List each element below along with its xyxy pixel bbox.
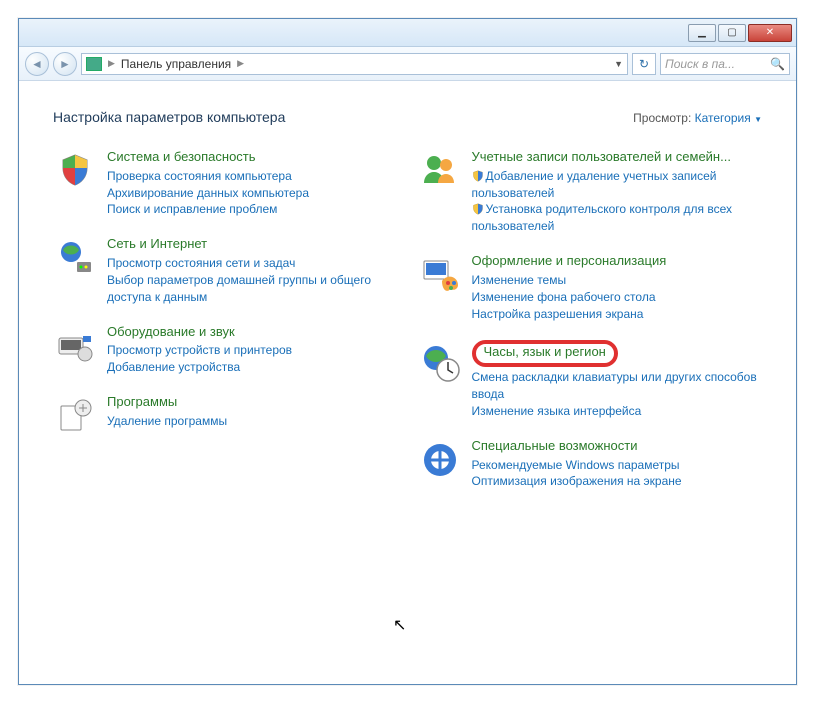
close-button[interactable]: ✕ [748, 24, 792, 42]
category-links: Изменение темыИзменение фона рабочего ст… [472, 272, 763, 322]
category-links: Удаление программы [107, 413, 398, 430]
category-body: Сеть и Интернет Просмотр состояния сети и… [107, 236, 398, 305]
category-link[interactable]: Изменение темы [472, 272, 763, 289]
category-link[interactable]: Удаление программы [107, 413, 398, 430]
highlight-ring: Часы, язык и регион [472, 340, 618, 367]
category-body: Система и безопасность Проверка состояния… [107, 149, 398, 218]
programs-icon [53, 394, 97, 438]
category-body: Специальные возможности Рекомендуемые Win… [472, 438, 763, 490]
minimize-button[interactable]: ▁ [688, 24, 716, 42]
category-links: Проверка состояния компьютераАрхивирован… [107, 168, 398, 218]
category-link[interactable]: Установка родительского контроля для все… [472, 201, 763, 235]
address-dropdown-icon[interactable]: ▼ [614, 59, 623, 69]
category-title[interactable]: Оборудование и звук [107, 324, 235, 339]
category-body: Оборудование и звук Просмотр устройств и … [107, 324, 398, 376]
search-placeholder: Поиск в па... [665, 57, 735, 71]
category-link[interactable]: Просмотр состояния сети и задач [107, 255, 398, 272]
category-links: Просмотр состояния сети и задачВыбор пар… [107, 255, 398, 305]
navbar: ◄ ► ▶ Панель управления ▶ ▼ ↻ Поиск в па… [19, 47, 796, 81]
category-columns: Система и безопасность Проверка состояния… [53, 149, 762, 490]
category-clock: Часы, язык и регион Смена раскладки клави… [418, 340, 763, 419]
refresh-button[interactable]: ↻ [632, 53, 656, 75]
category-link[interactable]: Поиск и исправление проблем [107, 201, 398, 218]
mouse-cursor-icon: ↖ [393, 615, 406, 635]
category-link[interactable]: Добавление и удаление учетных записей по… [472, 168, 763, 202]
forward-button[interactable]: ► [53, 52, 77, 76]
control-panel-window: ▁ ▢ ✕ ◄ ► ▶ Панель управления ▶ ▼ ↻ Поис… [18, 18, 797, 685]
clock-icon [418, 340, 462, 384]
address-bar[interactable]: ▶ Панель управления ▶ ▼ [81, 53, 628, 75]
category-link[interactable]: Архивирование данных компьютера [107, 185, 398, 202]
back-button[interactable]: ◄ [25, 52, 49, 76]
category-body: Учетные записи пользователей и семейн...… [472, 149, 763, 235]
search-icon[interactable]: 🔍 [770, 57, 785, 71]
view-by-label: Просмотр: [633, 111, 691, 125]
category-title[interactable]: Оформление и персонализация [472, 253, 667, 268]
right-column: Учетные записи пользователей и семейн...… [418, 149, 763, 490]
maximize-button[interactable]: ▢ [718, 24, 746, 42]
control-panel-icon [86, 57, 102, 71]
category-appearance: Оформление и персонализация Изменение тем… [418, 253, 763, 322]
breadcrumb-sep-icon: ▶ [108, 58, 115, 69]
category-link[interactable]: Рекомендуемые Windows параметры [472, 457, 763, 474]
content-area: Настройка параметров компьютера Просмотр… [19, 81, 796, 518]
category-link[interactable]: Проверка состояния компьютера [107, 168, 398, 185]
search-input[interactable]: Поиск в па... 🔍 [660, 53, 790, 75]
category-link[interactable]: Настройка разрешения экрана [472, 306, 763, 323]
access-icon [418, 438, 462, 482]
category-title[interactable]: Учетные записи пользователей и семейн... [472, 149, 731, 164]
left-column: Система и безопасность Проверка состояния… [53, 149, 398, 490]
category-title[interactable]: Программы [107, 394, 177, 409]
category-hardware: Оборудование и звук Просмотр устройств и … [53, 324, 398, 376]
category-link[interactable]: Выбор параметров домашней группы и общег… [107, 272, 398, 306]
breadcrumb-item[interactable]: Панель управления [121, 57, 231, 71]
category-link[interactable]: Изменение фона рабочего стола [472, 289, 763, 306]
category-link[interactable]: Просмотр устройств и принтеров [107, 342, 398, 359]
category-title[interactable]: Система и безопасность [107, 149, 256, 164]
category-links: Просмотр устройств и принтеровДобавление… [107, 342, 398, 376]
header-row: Настройка параметров компьютера Просмотр… [53, 109, 762, 125]
category-users: Учетные записи пользователей и семейн...… [418, 149, 763, 235]
category-link[interactable]: Изменение языка интерфейса [472, 403, 763, 420]
category-title[interactable]: Часы, язык и регион [484, 344, 606, 359]
category-link[interactable]: Добавление устройства [107, 359, 398, 376]
category-body: Программы Удаление программы [107, 394, 398, 430]
hardware-icon [53, 324, 97, 368]
system-icon [53, 149, 97, 193]
chevron-down-icon[interactable]: ▼ [754, 115, 762, 124]
category-network: Сеть и Интернет Просмотр состояния сети и… [53, 236, 398, 305]
category-title[interactable]: Сеть и Интернет [107, 236, 207, 251]
category-access: Специальные возможности Рекомендуемые Win… [418, 438, 763, 490]
view-by: Просмотр: Категория ▼ [633, 111, 762, 125]
page-title: Настройка параметров компьютера [53, 109, 285, 125]
category-link[interactable]: Смена раскладки клавиатуры или других сп… [472, 369, 763, 403]
category-links: Рекомендуемые Windows параметрыОптимизац… [472, 457, 763, 491]
category-body: Часы, язык и регион Смена раскладки клави… [472, 340, 763, 419]
category-links: Добавление и удаление учетных записей по… [472, 168, 763, 235]
category-system: Система и безопасность Проверка состояния… [53, 149, 398, 218]
category-programs: Программы Удаление программы [53, 394, 398, 438]
category-body: Оформление и персонализация Изменение тем… [472, 253, 763, 322]
category-link[interactable]: Оптимизация изображения на экране [472, 473, 763, 490]
breadcrumb-sep-icon: ▶ [237, 58, 244, 69]
users-icon [418, 149, 462, 193]
view-by-value[interactable]: Категория [695, 111, 751, 125]
category-title[interactable]: Специальные возможности [472, 438, 638, 453]
titlebar: ▁ ▢ ✕ [19, 19, 796, 47]
network-icon [53, 236, 97, 280]
appearance-icon [418, 253, 462, 297]
category-links: Смена раскладки клавиатуры или других сп… [472, 369, 763, 419]
